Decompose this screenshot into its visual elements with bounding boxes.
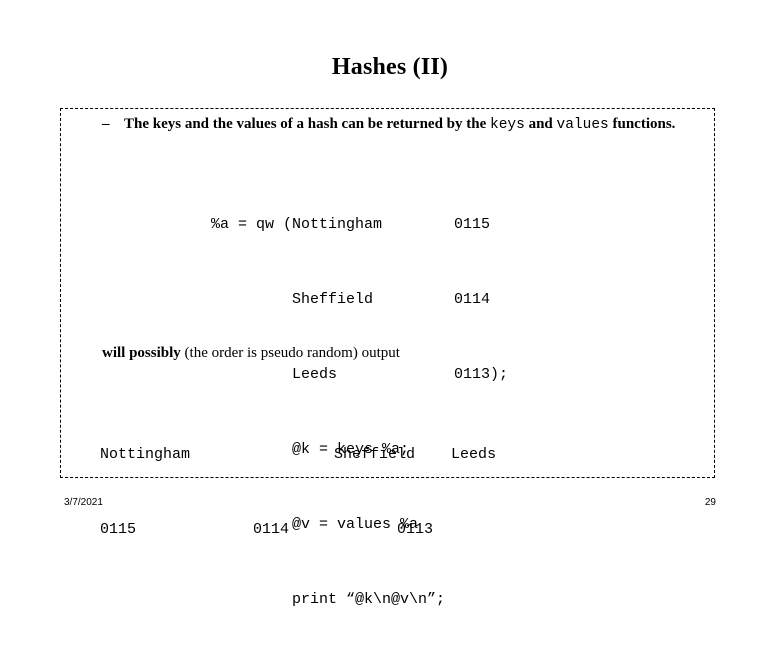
output-note: will possibly (the order is pseudo rando…	[102, 343, 400, 363]
output-note-emphasis: will possibly	[102, 345, 181, 361]
code-line: Leeds 0113);	[211, 366, 509, 383]
output-note-rest: (the order is pseudo random) output	[180, 345, 400, 361]
bullet-text-part-2: and	[524, 116, 557, 132]
output-line: Nottingham Sheffield Leeds	[100, 446, 497, 463]
inline-code-keys: keys	[490, 117, 525, 133]
footer-date: 3/7/2021	[64, 497, 103, 508]
page-title: Hashes (II)	[331, 54, 449, 80]
slide: Hashes (II) – The keys and the values of…	[0, 0, 780, 608]
bullet-dash-marker: –	[102, 116, 110, 132]
inline-code-values: values	[556, 117, 609, 133]
bullet-text-part-1: The keys and the values of a hash can be…	[124, 116, 491, 132]
bullet-item-label: The keys and the values of a hash can be…	[124, 113, 702, 136]
footer-page-number: 29	[704, 497, 716, 508]
code-line: %a = qw (Nottingham 0115	[211, 216, 491, 233]
code-line: Sheffield 0114	[211, 291, 491, 308]
program-output: Nottingham Sheffield Leeds 0115 0114 011…	[100, 392, 496, 592]
content-placeholder: – The keys and the values of a hash can …	[60, 108, 715, 608]
bullet-item: – The keys and the values of a hash can …	[102, 113, 702, 136]
output-line: 0115 0114 0113	[100, 521, 434, 538]
bullet-text-part-3: functions.	[608, 116, 676, 132]
